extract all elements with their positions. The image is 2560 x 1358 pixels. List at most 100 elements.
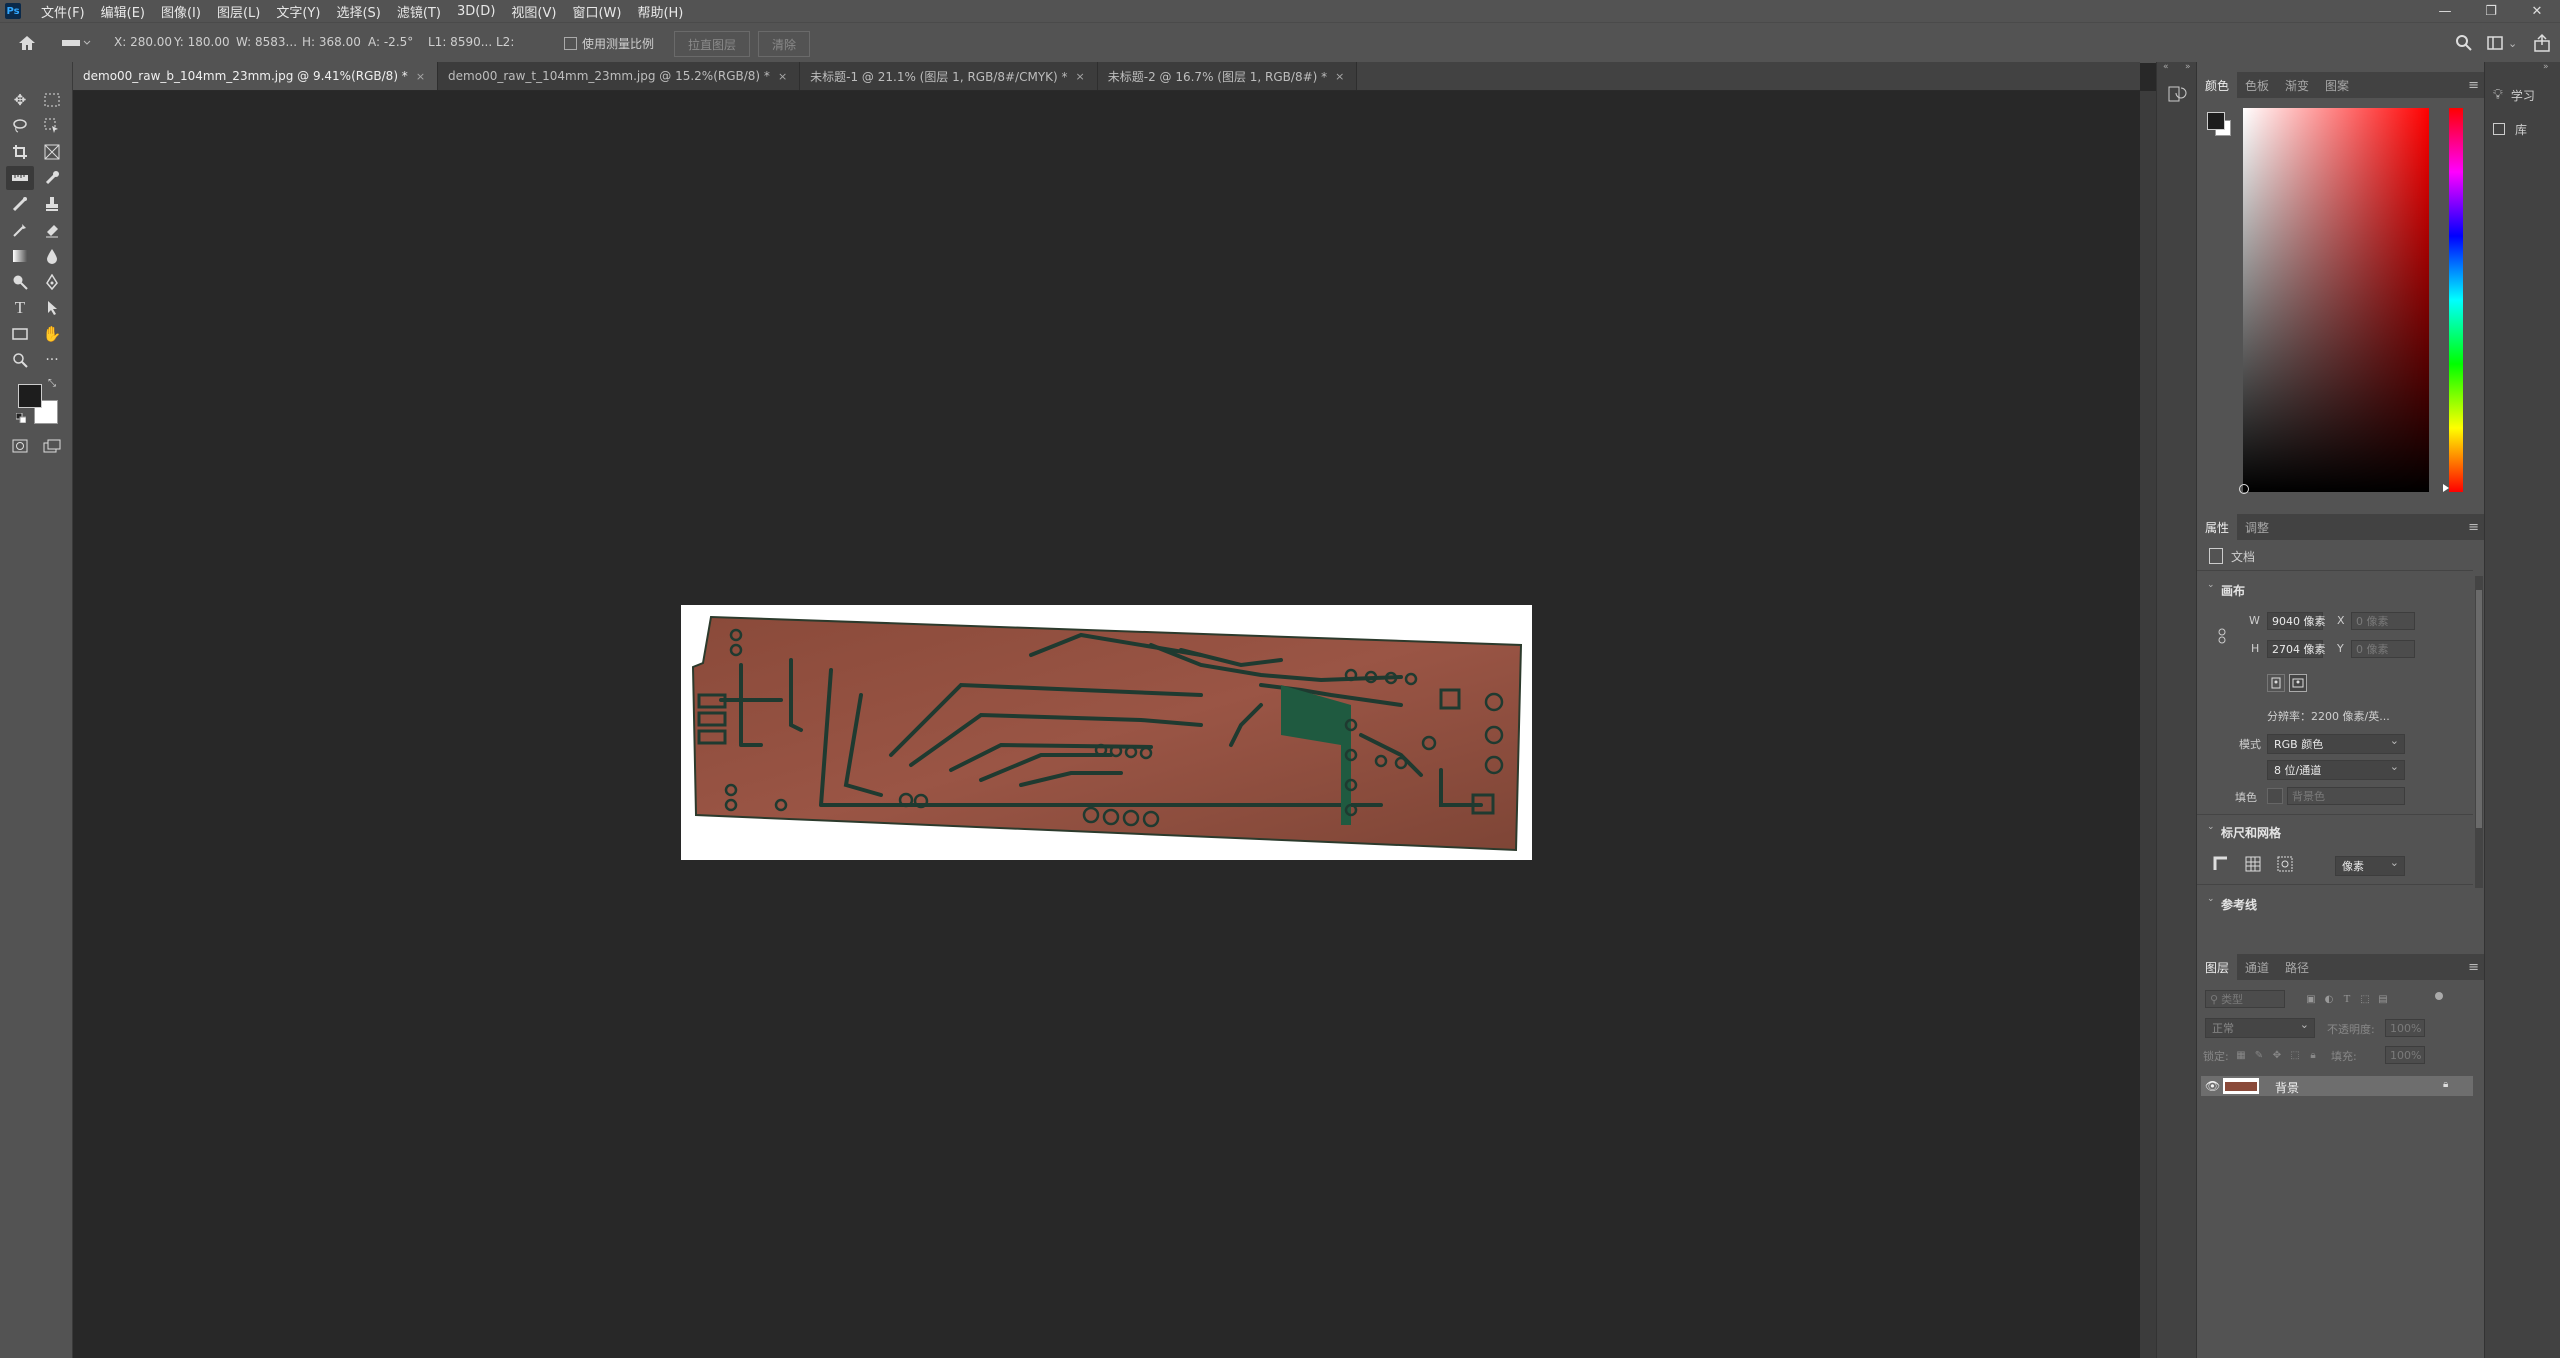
filter-pixel-icon[interactable]: ▣ [2301, 989, 2321, 1009]
color-picker-field[interactable] [2239, 108, 2429, 494]
filter-type-icon[interactable]: T [2337, 989, 2357, 1009]
lasso-tool-icon[interactable] [6, 114, 34, 138]
filter-adjustment-icon[interactable]: ◐ [2319, 989, 2339, 1009]
blur-tool-icon[interactable] [38, 244, 66, 268]
learn-panel-button[interactable]: 💡︎ 学习 [2493, 84, 2557, 106]
filter-smart-object-icon[interactable]: ▤ [2373, 989, 2393, 1009]
minimize-button[interactable]: — [2422, 0, 2468, 22]
hue-slider-handle[interactable] [2443, 484, 2449, 492]
eraser-tool-icon[interactable] [38, 218, 66, 242]
path-selection-tool-icon[interactable] [38, 296, 66, 320]
opacity-input[interactable]: 100% [2385, 1019, 2425, 1037]
menu-help[interactable]: 帮助(H) [629, 2, 691, 21]
lock-transparent-icon[interactable]: ▦ [2231, 1045, 2251, 1065]
rectangle-tool-icon[interactable] [6, 322, 34, 346]
tab-channels[interactable]: 通道 [2237, 954, 2277, 980]
lock-all-icon[interactable]: 🔒︎ [2303, 1045, 2323, 1065]
close-tab-icon[interactable]: × [416, 70, 425, 83]
panel-menu-icon[interactable]: ≡ [2468, 520, 2479, 535]
straighten-layer-button[interactable]: 拉直图层 [674, 31, 750, 57]
lock-pixels-icon[interactable]: ✎ [2249, 1045, 2269, 1065]
tab-paths[interactable]: 路径 [2277, 954, 2317, 980]
workspace-chevron-icon[interactable]: ⌄ [2508, 37, 2520, 50]
tab-document-4[interactable]: 未标题-2 @ 16.7% (图层 1, RGB/8#) * × [1097, 62, 1358, 90]
foreground-color-swatch-top[interactable] [18, 384, 42, 408]
properties-scrollbar[interactable] [2475, 576, 2483, 888]
rulers-icon[interactable] [2211, 854, 2231, 874]
libraries-panel-button[interactable]: 库 [2493, 118, 2557, 140]
menu-window[interactable]: 窗口(W) [564, 2, 629, 21]
canvas-width-input[interactable]: 9040 像素 [2267, 612, 2326, 630]
share-icon[interactable] [2532, 33, 2552, 53]
guides-grid-icon[interactable] [2275, 854, 2295, 874]
history-panel-icon[interactable] [2167, 84, 2187, 104]
blend-mode-select[interactable]: 正常 [2205, 1018, 2315, 1038]
collapse-chevron-icon[interactable]: ⌄ [2207, 894, 2215, 904]
layer-filter-select[interactable]: ⚲ 类型 [2205, 990, 2285, 1008]
properties-scroll-thumb[interactable] [2476, 590, 2482, 828]
collapse-chevron-icon[interactable]: ⌄ [2207, 580, 2215, 590]
menu-3d[interactable]: 3D(D) [449, 4, 503, 19]
tab-document-2[interactable]: demo00_raw_t_104mm_23mm.jpg @ 15.2%(RGB/… [438, 62, 801, 90]
hue-slider[interactable] [2449, 108, 2463, 492]
tab-gradients[interactable]: 渐变 [2277, 72, 2317, 98]
mode-select[interactable]: RGB 颜色 [2267, 734, 2405, 754]
panel-menu-icon[interactable]: ≡ [2468, 960, 2479, 975]
restore-button[interactable]: ❐ [2468, 0, 2514, 22]
type-tool-icon[interactable]: T [6, 296, 34, 320]
tab-swatches[interactable]: 色板 [2237, 72, 2277, 98]
hand-tool-icon[interactable]: ✋ [38, 322, 66, 346]
more-tools-icon[interactable]: ··· [38, 348, 66, 372]
menu-layer[interactable]: 图层(L) [209, 2, 268, 21]
close-tab-icon[interactable]: × [1076, 70, 1085, 83]
fill-opacity-input[interactable]: 100% [2385, 1046, 2425, 1064]
default-colors-icon[interactable] [15, 412, 27, 424]
clear-button[interactable]: 清除 [758, 31, 810, 57]
menu-edit[interactable]: 编辑(E) [93, 2, 153, 21]
ruler-units-select[interactable]: 像素 [2335, 856, 2405, 876]
tab-properties[interactable]: 属性 [2197, 514, 2238, 540]
ruler-tool-icon[interactable] [6, 166, 34, 190]
portrait-orientation-icon[interactable] [2267, 674, 2285, 692]
canvas-area[interactable] [73, 91, 2140, 1358]
menu-type[interactable]: 文字(Y) [268, 2, 328, 21]
search-icon[interactable] [2454, 33, 2474, 53]
menu-file[interactable]: 文件(F) [33, 2, 93, 21]
menu-select[interactable]: 选择(S) [328, 2, 388, 21]
filter-shape-icon[interactable]: ⬚ [2355, 989, 2375, 1009]
dodge-tool-icon[interactable] [6, 270, 34, 294]
color-fg-swatch-top[interactable] [2207, 112, 2225, 130]
fill-color-swatch[interactable] [2267, 788, 2283, 804]
landscape-orientation-icon[interactable] [2289, 674, 2307, 692]
lock-position-icon[interactable]: ✥ [2267, 1045, 2287, 1065]
tab-document-1[interactable]: demo00_raw_b_104mm_23mm.jpg @ 9.41%(RGB/… [73, 62, 439, 90]
tab-document-3[interactable]: 未标题-1 @ 21.1% (图层 1, RGB/8#/CMYK) * × [800, 62, 1098, 90]
menu-filter[interactable]: 滤镜(T) [389, 2, 449, 21]
eye-visibility-icon[interactable]: 👁︎ [2205, 1079, 2220, 1093]
crop-tool-icon[interactable] [6, 140, 34, 164]
panel-menu-icon[interactable]: ≡ [2468, 78, 2479, 93]
ruler-tool-preset-icon[interactable] [60, 35, 92, 51]
collapse-chevron-icon[interactable]: ⌄ [2207, 822, 2215, 832]
layer-row[interactable]: 👁︎ 背景 🔒︎ [2201, 1076, 2473, 1096]
color-picker-cursor[interactable] [2239, 484, 2249, 494]
fill-select[interactable]: 背景色 [2287, 787, 2405, 805]
object-selection-tool-icon[interactable] [38, 114, 66, 138]
canvas-height-input[interactable]: 2704 像素 [2267, 640, 2326, 658]
tab-patterns[interactable]: 图案 [2317, 72, 2357, 98]
use-measurement-scale-checkbox[interactable] [564, 37, 577, 50]
brush-tool-icon[interactable] [6, 218, 34, 242]
clone-stamp-tool-icon[interactable] [38, 192, 66, 216]
menu-image[interactable]: 图像(I) [153, 2, 209, 21]
vertical-scrollbar[interactable] [2140, 91, 2156, 1358]
canvas-y-input[interactable]: 0 像素 [2351, 640, 2415, 658]
collapse-right-icon[interactable]: » [2543, 62, 2549, 72]
canvas-x-input[interactable]: 0 像素 [2351, 612, 2415, 630]
tab-adjustments[interactable]: 调整 [2237, 514, 2277, 540]
close-tab-icon[interactable]: × [1335, 70, 1344, 83]
document-image[interactable] [681, 605, 1532, 860]
link-icon[interactable] [2217, 628, 2227, 644]
swap-colors-icon[interactable]: ⤡ [48, 378, 56, 389]
tab-layers[interactable]: 图层 [2197, 954, 2238, 980]
close-tab-icon[interactable]: × [778, 70, 787, 83]
